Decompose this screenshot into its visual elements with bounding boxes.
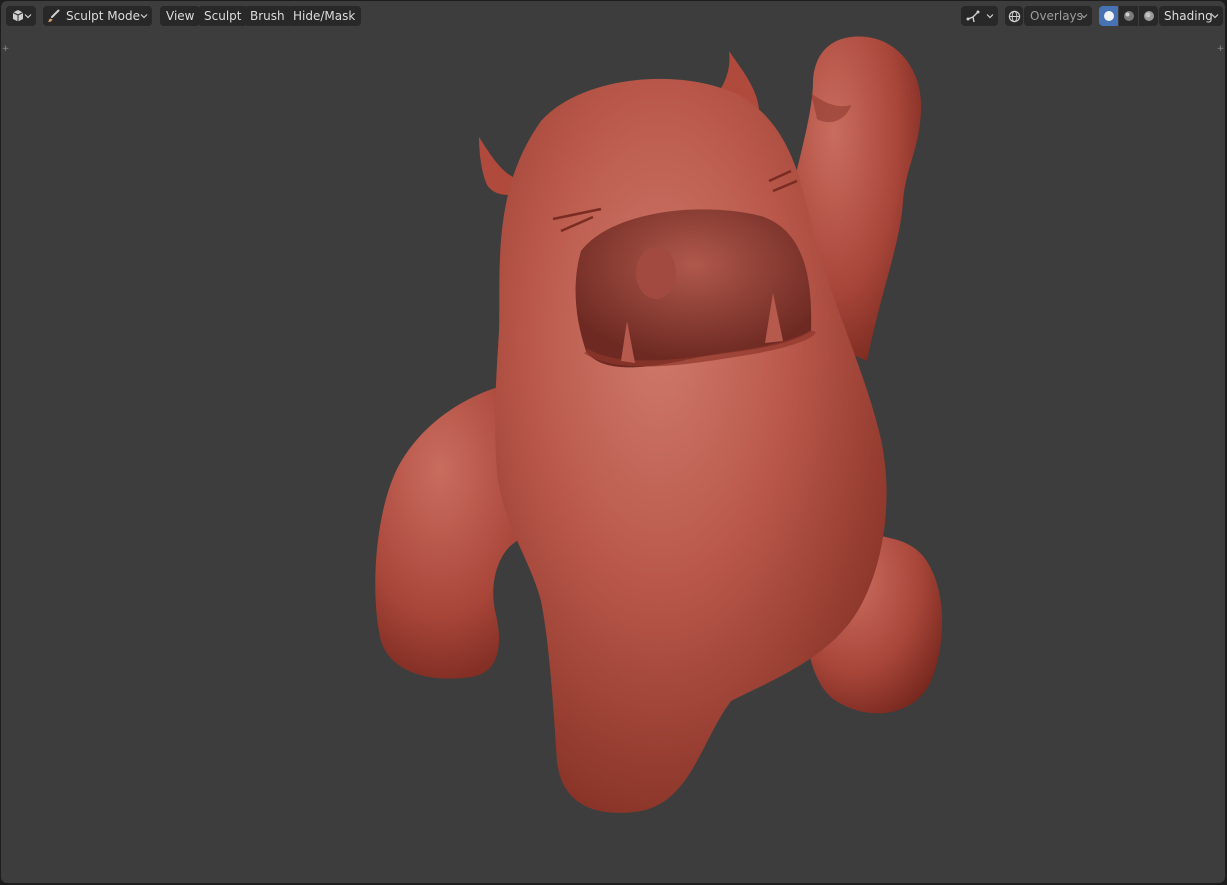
material-preview-icon [1123,11,1134,21]
brush-icon [48,9,60,22]
menu-brush[interactable]: Brush [244,6,291,26]
shading-dropdown[interactable]: Shading [1159,6,1223,26]
chevron-down-icon [1080,14,1088,19]
solid-shading-button[interactable] [1099,6,1118,26]
mode-selector[interactable]: Sculpt Mode [43,6,152,26]
chevron-down-icon [24,14,32,19]
solid-shading-icon [1103,11,1114,21]
menu-view[interactable]: View [160,6,201,26]
editor-type-selector[interactable] [6,6,36,26]
chevron-down-icon [140,14,148,19]
menu-hide-mask[interactable]: Hide/Mask [287,6,362,26]
menu-sculpt[interactable]: Sculpt [198,6,248,26]
cube-icon [12,10,24,22]
shading-label: Shading [1164,9,1213,23]
area-split-handle-right[interactable]: + [1216,45,1225,54]
gizmo-icon [966,10,980,23]
chevron-down-icon [1211,14,1219,19]
overlays-label: Overlays [1030,9,1083,23]
material-preview-button[interactable] [1119,6,1138,26]
3d-viewport[interactable]: + + Sculpt Mode View Sculpt Brush Hide/M… [1,1,1225,883]
overlay-globe-icon [1008,10,1020,22]
area-split-handle-left[interactable]: + [1,45,10,54]
uvula [636,247,676,299]
overlays-dropdown[interactable]: Overlays [1024,6,1092,26]
rendered-shading-icon [1143,11,1154,21]
chevron-down-icon [986,14,994,19]
mode-label: Sculpt Mode [66,9,140,23]
overlay-toggle[interactable] [1005,6,1023,26]
sculpt-model[interactable] [1,1,1225,883]
gizmo-toggle[interactable] [961,6,998,26]
viewport-header: Sculpt Mode View Sculpt Brush Hide/Mask … [1,1,1225,31]
rendered-shading-button[interactable] [1139,6,1158,26]
